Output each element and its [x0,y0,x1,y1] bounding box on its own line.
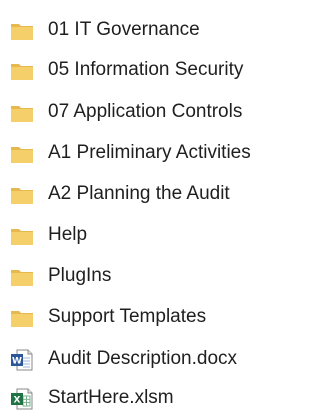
folder-icon [10,307,34,329]
file-item-label: A2 Planning the Audit [48,183,230,204]
file-item-label: A1 Preliminary Activities [48,142,251,163]
folder-item-01-it-governance[interactable]: 01 IT Governance [0,10,311,50]
file-item-label: 05 Information Security [48,59,244,80]
folder-item-plugins[interactable]: PlugIns [0,256,311,296]
folder-item-a2-planning-the-audit[interactable]: A2 Planning the Audit [0,174,311,214]
word-document-icon: W [10,349,34,371]
folder-icon [10,60,34,82]
svg-text:W: W [12,357,22,367]
file-item-label: 07 Application Controls [48,101,243,122]
folder-icon [10,184,34,206]
file-list: 01 IT Governance 05 Information Security… [0,0,311,419]
file-item-label: 01 IT Governance [48,19,200,40]
file-item-audit-description-docx[interactable]: W Audit Description.docx [0,339,311,379]
folder-item-07-application-controls[interactable]: 07 Application Controls [0,92,311,132]
file-item-label: Support Templates [48,306,207,327]
file-item-label: PlugIns [48,265,112,286]
svg-text:X: X [14,396,21,406]
folder-item-05-information-security[interactable]: 05 Information Security [0,50,311,90]
file-item-label: StartHere.xlsm [48,387,174,408]
folder-item-help[interactable]: Help [0,215,311,255]
folder-icon [10,102,34,124]
folder-icon [10,225,34,247]
folder-icon [10,143,34,165]
excel-macro-workbook-icon: X [10,388,34,410]
file-item-starthere-xlsm[interactable]: X StartHere.xlsm [0,378,311,418]
folder-icon [10,20,34,42]
folder-item-a1-preliminary-activities[interactable]: A1 Preliminary Activities [0,133,311,173]
folder-item-support-templates[interactable]: Support Templates [0,297,311,337]
file-item-label: Help [48,224,88,245]
file-item-label: Audit Description.docx [48,348,238,369]
folder-icon [10,266,34,288]
